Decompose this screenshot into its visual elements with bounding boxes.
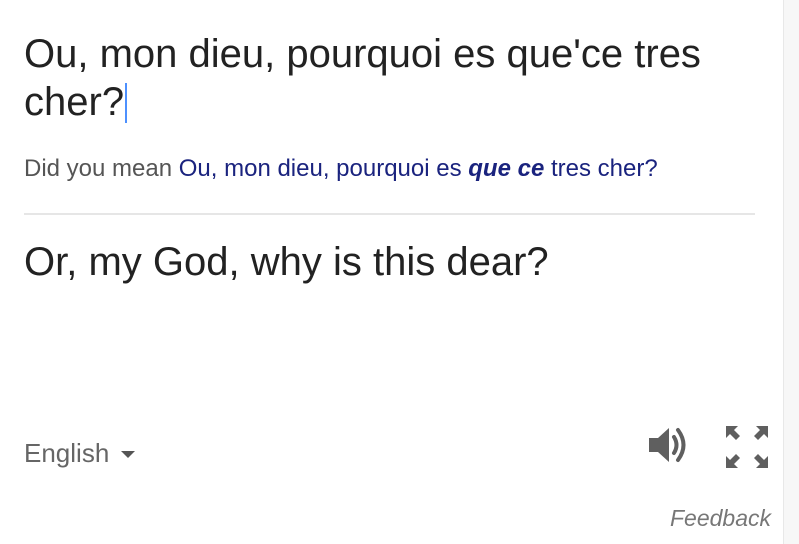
- target-language-dropdown[interactable]: English: [24, 436, 136, 470]
- source-text-input[interactable]: Ou, mon dieu, pourquoi es que'ce tres ch…: [24, 30, 759, 126]
- text-cursor: [125, 83, 128, 123]
- listen-button[interactable]: [645, 422, 691, 468]
- scrollbar-track[interactable]: [783, 0, 799, 544]
- fullscreen-icon: [726, 426, 768, 468]
- did-you-mean: Did you mean Ou, mon dieu, pourquoi es q…: [24, 152, 658, 186]
- fullscreen-button[interactable]: [724, 424, 770, 470]
- translation-result: Or, my God, why is this dear?: [24, 240, 549, 284]
- target-language-label: English: [24, 437, 110, 468]
- feedback-link[interactable]: Feedback: [670, 505, 771, 532]
- translate-card: Ou, mon dieu, pourquoi es que'ce tres ch…: [0, 0, 799, 544]
- caret-down-icon: [121, 450, 136, 458]
- suggestion-emphasis: que ce: [468, 155, 545, 182]
- suggestion-text-before: Ou, mon dieu, pourquoi es: [178, 155, 469, 182]
- did-you-mean-label: Did you mean: [24, 155, 173, 182]
- spelling-suggestion-link[interactable]: Ou, mon dieu, pourquoi es que ce tres ch…: [179, 155, 658, 182]
- suggestion-text-after: tres cher?: [544, 155, 658, 182]
- divider: [24, 213, 755, 215]
- speaker-icon: [649, 428, 686, 462]
